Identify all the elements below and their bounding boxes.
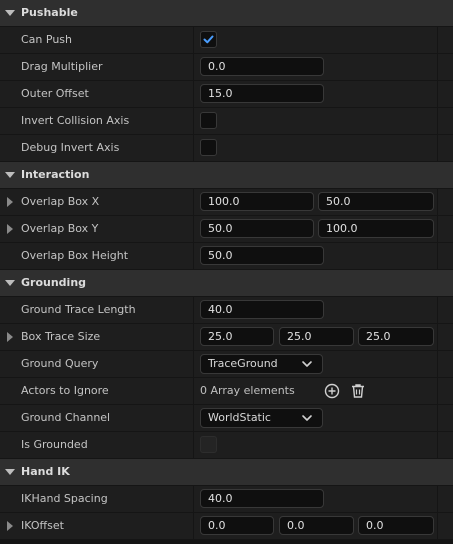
- chevron-down-icon: [302, 415, 312, 421]
- property-label: IKHand Spacing: [21, 492, 108, 505]
- property-row-ikhand-spacing: IKHand Spacing 40.0: [0, 486, 453, 512]
- property-label: Debug Invert Axis: [21, 141, 120, 154]
- ground-query-dropdown[interactable]: TraceGround: [200, 354, 323, 374]
- category-interaction[interactable]: Interaction: [0, 162, 453, 188]
- property-row-ground-trace-length: Ground Trace Length 40.0: [0, 297, 453, 323]
- property-label: Is Grounded: [21, 438, 88, 451]
- property-row-ground-query: Ground Query TraceGround: [0, 351, 453, 377]
- chevron-down-icon[interactable]: [5, 280, 15, 286]
- property-row-box-trace-size: Box Trace Size 25.0 25.0 25.0: [0, 324, 453, 350]
- property-row-drag-multiplier: Drag Multiplier 0.0: [0, 54, 453, 80]
- outer-offset-field[interactable]: 15.0: [200, 84, 324, 103]
- chevron-down-icon: [302, 361, 312, 367]
- can-push-checkbox[interactable]: [200, 31, 217, 48]
- details-panel: Pushable Can Push Drag Multiplier 0.0 Ou…: [0, 0, 453, 544]
- property-row-ikoffset: IKOffset 0.0 0.0 0.0: [0, 513, 453, 539]
- property-label: IKOffset: [21, 519, 64, 532]
- debug-invert-axis-checkbox[interactable]: [200, 139, 217, 156]
- chevron-down-icon[interactable]: [5, 469, 15, 475]
- property-row-can-push: Can Push: [0, 27, 453, 53]
- chevron-down-icon[interactable]: [5, 172, 15, 178]
- property-row-overlap-box-y: Overlap Box Y 50.0 100.0: [0, 216, 453, 242]
- category-title: Pushable: [21, 6, 78, 19]
- property-label: Can Push: [21, 33, 73, 46]
- trash-icon[interactable]: [349, 382, 367, 400]
- box-trace-size-z-field[interactable]: 25.0: [358, 327, 434, 346]
- property-label: Ground Query: [21, 357, 99, 370]
- ground-query-selected: TraceGround: [208, 357, 278, 370]
- property-label: Overlap Box Y: [21, 222, 99, 235]
- plus-circle-icon[interactable]: [323, 382, 341, 400]
- overlap-box-x-field-2[interactable]: 50.0: [318, 192, 434, 211]
- property-row-invert-collision-axis: Invert Collision Axis: [0, 108, 453, 134]
- property-label: Ground Channel: [21, 411, 111, 424]
- chevron-right-icon[interactable]: [7, 332, 13, 342]
- ground-trace-length-field[interactable]: 40.0: [200, 300, 324, 319]
- property-row-overlap-box-x: Overlap Box X 100.0 50.0: [0, 189, 453, 215]
- ground-channel-dropdown[interactable]: WorldStatic: [200, 408, 323, 428]
- overlap-box-height-field[interactable]: 50.0: [200, 246, 324, 265]
- property-row-overlap-box-height: Overlap Box Height 50.0: [0, 243, 453, 269]
- ikhand-spacing-field[interactable]: 40.0: [200, 489, 324, 508]
- ground-channel-selected: WorldStatic: [208, 411, 271, 424]
- array-count-text: 0 Array elements: [200, 384, 295, 397]
- property-label: Overlap Box X: [21, 195, 100, 208]
- drag-multiplier-field[interactable]: 0.0: [200, 57, 324, 76]
- category-title: Interaction: [21, 168, 90, 181]
- property-label: Ground Trace Length: [21, 303, 136, 316]
- property-label: Drag Multiplier: [21, 60, 103, 73]
- ikoffset-y-field[interactable]: 0.0: [279, 516, 354, 535]
- property-label: Invert Collision Axis: [21, 114, 130, 127]
- property-label: Actors to Ignore: [21, 384, 109, 397]
- chevron-right-icon[interactable]: [7, 224, 13, 234]
- is-grounded-checkbox: [200, 436, 217, 453]
- property-label: Outer Offset: [21, 87, 89, 100]
- category-title: Grounding: [21, 276, 87, 289]
- ikoffset-x-field[interactable]: 0.0: [200, 516, 274, 535]
- checkmark-icon: [203, 35, 214, 44]
- property-row-is-grounded: Is Grounded: [0, 432, 453, 458]
- category-pushable[interactable]: Pushable: [0, 0, 453, 26]
- ikoffset-z-field[interactable]: 0.0: [358, 516, 434, 535]
- property-label: Overlap Box Height: [21, 249, 129, 262]
- property-row-actors-to-ignore: Actors to Ignore 0 Array elements: [0, 378, 453, 404]
- property-row-debug-invert-axis: Debug Invert Axis: [0, 135, 453, 161]
- category-grounding[interactable]: Grounding: [0, 270, 453, 296]
- invert-collision-axis-checkbox[interactable]: [200, 112, 217, 129]
- overlap-box-x-field-1[interactable]: 100.0: [200, 192, 314, 211]
- box-trace-size-x-field[interactable]: 25.0: [200, 327, 274, 346]
- property-label: Box Trace Size: [21, 330, 101, 343]
- overlap-box-y-field-1[interactable]: 50.0: [200, 219, 314, 238]
- category-hand-ik[interactable]: Hand IK: [0, 459, 453, 485]
- overlap-box-y-field-2[interactable]: 100.0: [318, 219, 434, 238]
- property-row-outer-offset: Outer Offset 15.0: [0, 81, 453, 107]
- box-trace-size-y-field[interactable]: 25.0: [279, 327, 354, 346]
- property-row-ground-channel: Ground Channel WorldStatic: [0, 405, 453, 431]
- chevron-right-icon[interactable]: [7, 197, 13, 207]
- category-title: Hand IK: [21, 465, 70, 478]
- chevron-right-icon[interactable]: [7, 521, 13, 531]
- chevron-down-icon[interactable]: [5, 10, 15, 16]
